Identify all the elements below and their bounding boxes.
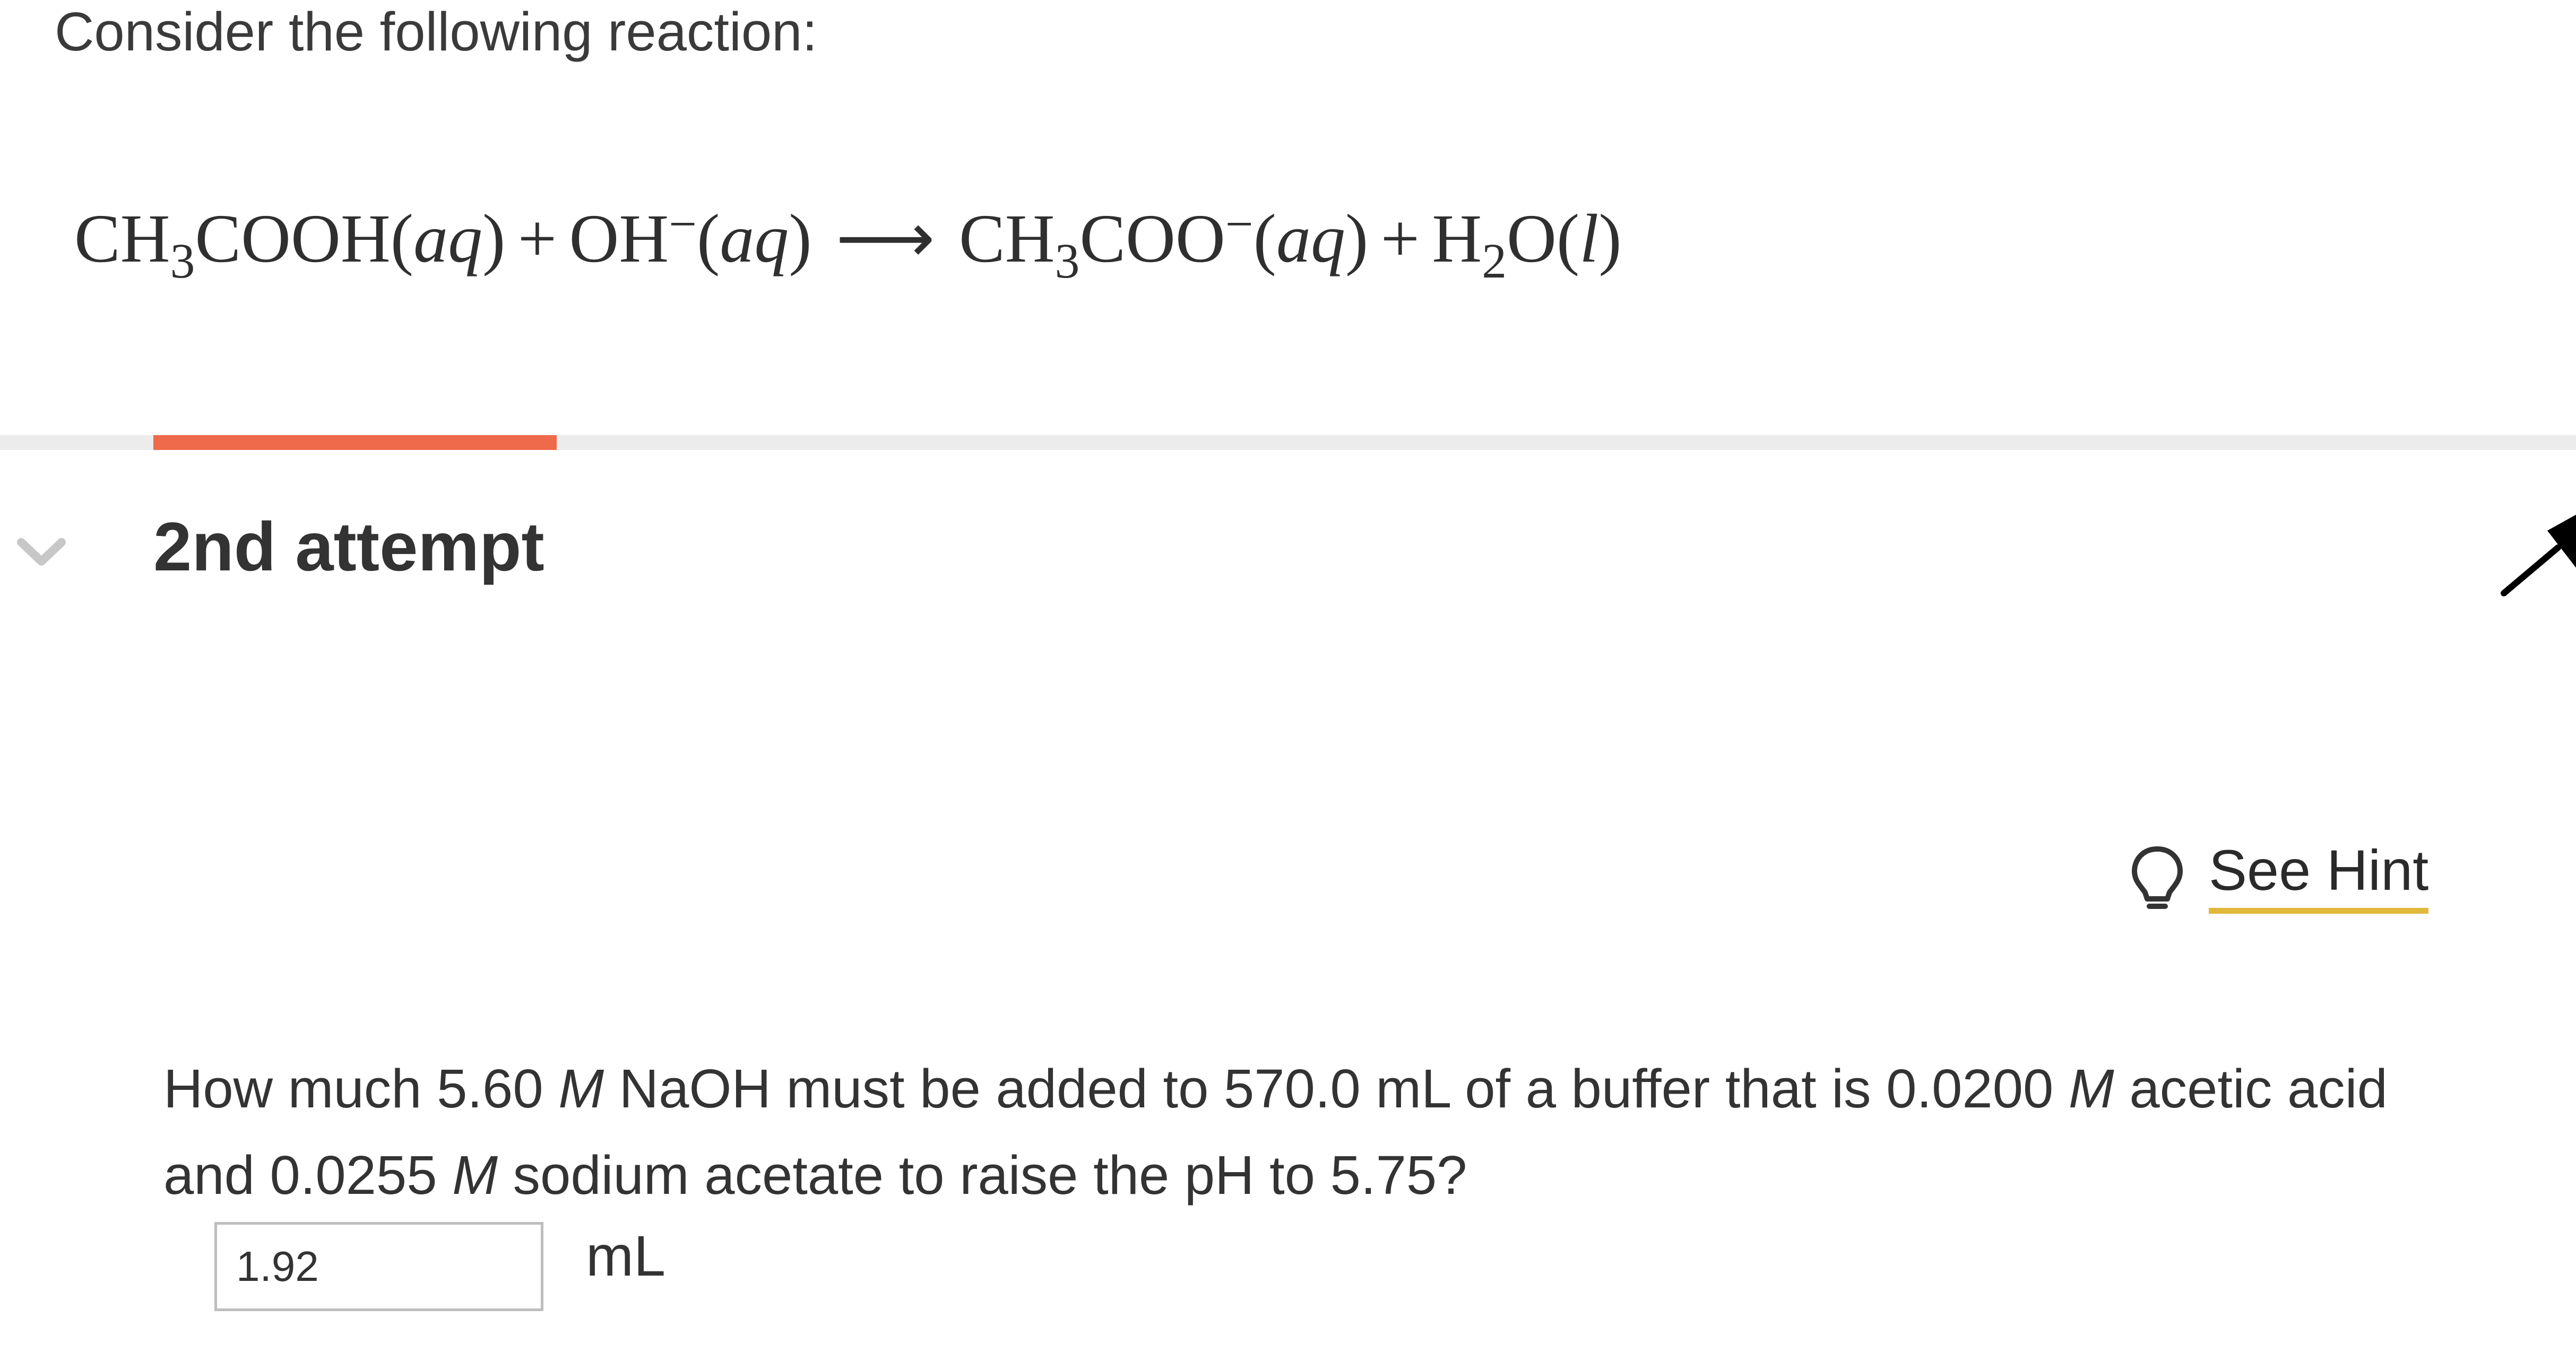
answer-unit: mL (586, 1224, 666, 1288)
lightbulb-icon (2132, 846, 2183, 909)
reaction-equation: CH3COOH(aq) + OH−(aq) ⟶ CH3COO−(aq) + H2O(l) (74, 194, 1622, 286)
see-hint-label[interactable]: See Hint (2209, 836, 2429, 914)
intro-text: Consider the following reaction: (55, 1, 818, 62)
answer-row: mL (214, 1222, 665, 1311)
question-text: How much 5.60 M NaOH must be added to 57… (163, 1058, 2388, 1206)
attempt-progress-fill (153, 435, 557, 450)
attempt-progress-bar (0, 435, 2576, 450)
answer-input[interactable] (214, 1222, 543, 1311)
mouse-pointer-icon (2501, 515, 2576, 596)
reaction-arrow: ⟶ (836, 201, 935, 277)
chevron-down-icon[interactable] (15, 525, 68, 578)
attempt-heading: 2nd attempt (153, 508, 544, 585)
see-hint-button[interactable]: See Hint (2128, 836, 2429, 926)
